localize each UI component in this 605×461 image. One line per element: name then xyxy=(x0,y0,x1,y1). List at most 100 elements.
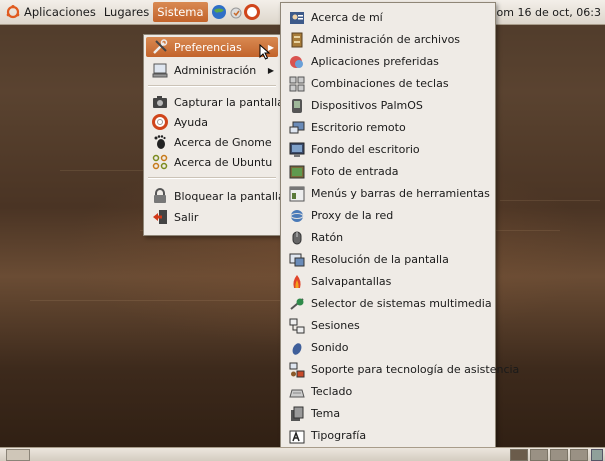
menu-item-aplicaciones-preferidas[interactable]: Aplicaciones preferidas xyxy=(283,51,493,73)
menu-item-label: Capturar la pantalla... xyxy=(174,95,295,109)
help-launcher-icon[interactable] xyxy=(243,4,260,20)
menu-item-label: Acerca de mí xyxy=(311,11,383,25)
menu-item-capturar-pantalla[interactable]: Capturar la pantalla... xyxy=(146,92,294,112)
menu-aplicaciones[interactable]: Aplicaciones xyxy=(20,2,100,22)
menu-item-label: Teclado xyxy=(311,385,353,399)
menu-item-soporte-asistencia[interactable]: Soporte para tecnología de asistencia xyxy=(283,359,519,381)
menu-item-label: Salvapantallas xyxy=(311,275,392,289)
workspace-switcher-2[interactable] xyxy=(530,449,548,461)
about-me-icon xyxy=(289,10,305,26)
web-browser-launcher-icon[interactable] xyxy=(211,4,227,20)
file-management-icon xyxy=(289,32,305,48)
menu-item-label: Escritorio remoto xyxy=(311,121,406,135)
menu-item-label: Aplicaciones preferidas xyxy=(311,55,439,69)
desktop-background-icon xyxy=(289,142,305,158)
camera-icon xyxy=(152,94,168,110)
keyboard-shortcuts-icon xyxy=(289,76,305,92)
submenu-arrow-icon: ▶ xyxy=(267,65,274,75)
menu-item-combinaciones-teclas[interactable]: Combinaciones de teclas xyxy=(283,73,493,95)
menu-item-label: Sonido xyxy=(311,341,349,355)
clock[interactable]: dom 16 de oct, 06:3 xyxy=(490,0,601,24)
wallpaper-streak xyxy=(500,200,600,201)
menu-item-administracion[interactable]: Administración ▶ xyxy=(146,60,278,80)
show-desktop-button[interactable] xyxy=(6,449,30,461)
menu-item-fondo-escritorio[interactable]: Fondo del escritorio xyxy=(283,139,493,161)
menu-item-tema[interactable]: Tema xyxy=(283,403,493,425)
menu-item-resolucion-pantalla[interactable]: Resolución de la pantalla xyxy=(283,249,493,271)
preferences-icon xyxy=(152,39,168,55)
sound-icon xyxy=(289,340,305,356)
screensaver-icon xyxy=(289,274,305,290)
menu-item-label: Acerca de Gnome xyxy=(174,135,272,149)
menu-sistema[interactable]: Sistema xyxy=(153,2,208,22)
menu-item-label: Resolución de la pantalla xyxy=(311,253,449,267)
menu-item-label: Foto de entrada xyxy=(311,165,399,179)
menu-item-label: Fondo del escritorio xyxy=(311,143,420,157)
network-proxy-icon xyxy=(289,208,305,224)
preferencias-submenu: Acerca de mí Administración de archivos … xyxy=(280,2,519,460)
menu-item-administracion-archivos[interactable]: Administración de archivos xyxy=(283,29,493,51)
menu-item-label: Dispositivos PalmOS xyxy=(311,99,423,113)
palm-device-icon xyxy=(289,98,305,114)
sessions-icon xyxy=(289,318,305,334)
menu-item-salvapantallas[interactable]: Salvapantallas xyxy=(283,271,493,293)
menu-item-label: Selector de sistemas multimedia xyxy=(311,297,492,311)
menu-separator xyxy=(148,85,276,87)
menu-item-label: Acerca de Ubuntu xyxy=(174,155,273,169)
menu-item-label: Bloquear la pantalla xyxy=(174,189,285,203)
multimedia-selector-icon xyxy=(289,296,305,312)
menu-item-acerca-ubuntu[interactable]: Acerca de Ubuntu xyxy=(146,152,278,172)
menu-item-menus-barras[interactable]: Menús y barras de herramientas xyxy=(283,183,493,205)
menu-item-tipografia[interactable]: Tipografía xyxy=(283,425,493,447)
workspace-switcher-4[interactable] xyxy=(570,449,588,461)
accessibility-icon xyxy=(289,362,305,378)
logout-icon xyxy=(152,209,168,225)
menu-item-teclado[interactable]: Teclado xyxy=(283,381,493,403)
font-icon xyxy=(289,428,305,444)
menu-item-label: Menús y barras de herramientas xyxy=(311,187,490,201)
menu-item-dispositivos-palmos[interactable]: Dispositivos PalmOS xyxy=(283,95,493,117)
mouse-pointer-icon xyxy=(259,44,271,60)
menu-item-acerca-de-mi[interactable]: Acerca de mí xyxy=(283,7,493,29)
menu-item-sonido[interactable]: Sonido xyxy=(283,337,493,359)
login-photo-icon xyxy=(289,164,305,180)
menu-item-proxy-red[interactable]: Proxy de la red xyxy=(283,205,493,227)
help-lifebuoy-icon xyxy=(152,114,168,130)
menu-item-label: Proxy de la red xyxy=(311,209,394,223)
ubuntu-people-icon xyxy=(152,154,168,170)
menu-item-label: Ayuda xyxy=(174,115,208,129)
bottom-panel xyxy=(0,447,605,461)
administration-icon xyxy=(152,62,168,78)
sistema-menu: Preferencias ▶ Administración ▶ Capturar… xyxy=(143,34,294,236)
menu-separator xyxy=(148,177,276,179)
ubuntu-logo-icon[interactable] xyxy=(6,5,20,19)
menu-item-label: Tipografía xyxy=(311,429,367,443)
gnome-foot-icon xyxy=(152,134,168,150)
menu-item-salir[interactable]: Salir xyxy=(146,207,278,227)
menu-item-sesiones[interactable]: Sesiones xyxy=(283,315,493,337)
mail-launcher-icon[interactable] xyxy=(229,5,243,19)
menu-item-raton[interactable]: Ratón xyxy=(283,227,493,249)
workspace-switcher-1[interactable] xyxy=(510,449,528,461)
padlock-icon xyxy=(152,188,168,204)
menu-item-foto-entrada[interactable]: Foto de entrada xyxy=(283,161,493,183)
menu-item-label: Tema xyxy=(311,407,341,421)
menu-item-label: Ratón xyxy=(311,231,344,245)
menu-item-label: Administración de archivos xyxy=(311,33,461,47)
theme-icon xyxy=(289,406,305,422)
remote-desktop-icon xyxy=(289,120,305,136)
menu-lugares[interactable]: Lugares xyxy=(100,2,153,22)
menu-item-label: Administración xyxy=(174,63,257,77)
keyboard-icon xyxy=(289,384,305,400)
menu-item-selector-multimedia[interactable]: Selector de sistemas multimedia xyxy=(283,293,493,315)
menu-item-bloquear-pantalla[interactable]: Bloquear la pantalla xyxy=(146,186,285,206)
menus-toolbars-icon xyxy=(289,186,305,202)
menu-item-ayuda[interactable]: Ayuda xyxy=(146,112,278,132)
menu-item-label: Soporte para tecnología de asistencia xyxy=(311,363,520,377)
menu-item-acerca-gnome[interactable]: Acerca de Gnome xyxy=(146,132,278,152)
trash-icon[interactable] xyxy=(591,449,603,461)
menu-item-escritorio-remoto[interactable]: Escritorio remoto xyxy=(283,117,493,139)
menu-item-label: Preferencias xyxy=(174,40,242,54)
workspace-switcher-3[interactable] xyxy=(550,449,568,461)
menu-item-label: Combinaciones de teclas xyxy=(311,77,449,91)
